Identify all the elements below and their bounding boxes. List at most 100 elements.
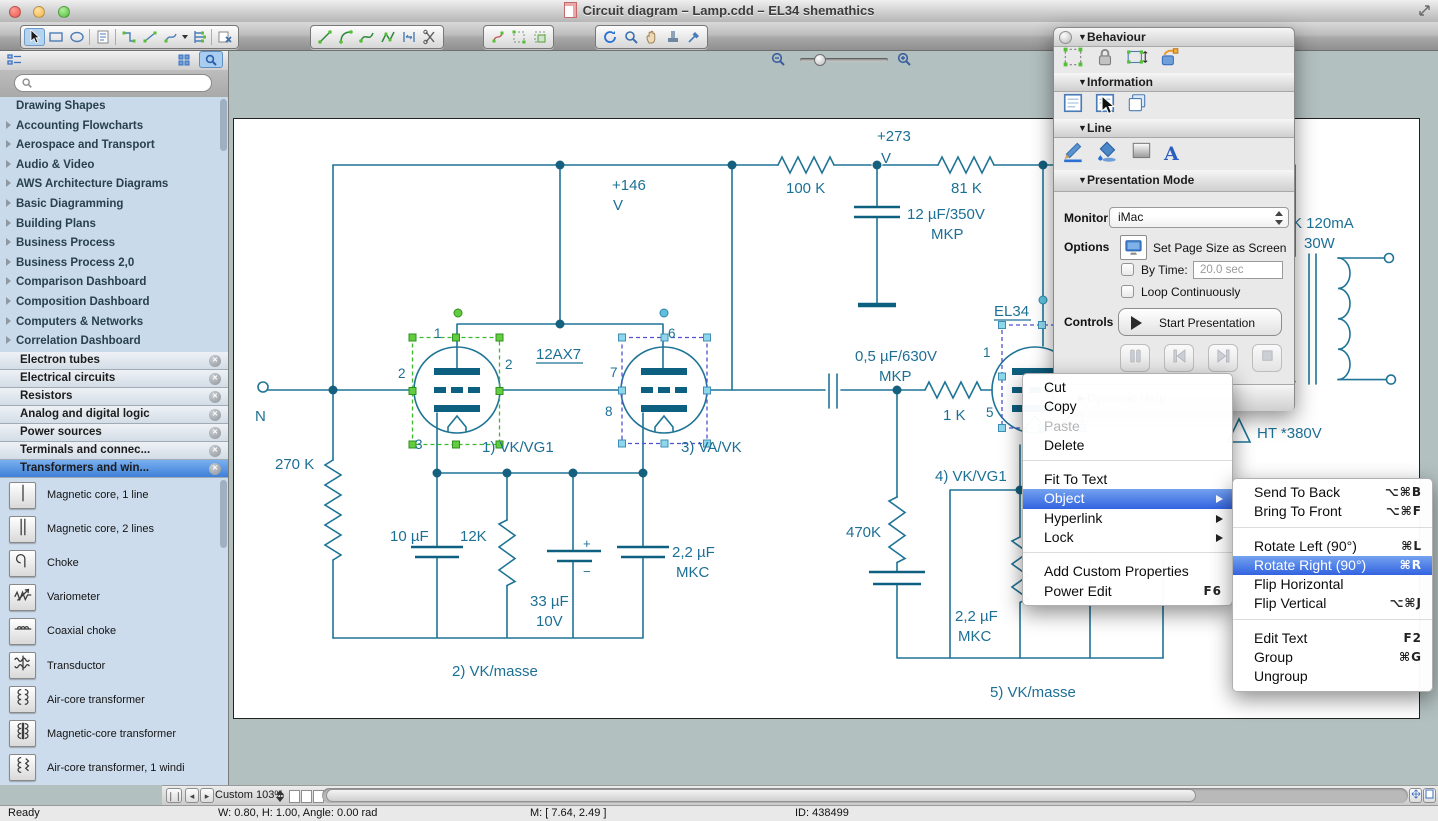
connector-elbow-tool-icon[interactable] bbox=[118, 28, 139, 46]
crop-tool-icon[interactable] bbox=[529, 28, 550, 46]
collapse-triangle-icon[interactable]: ▼ bbox=[1078, 119, 1087, 137]
context-menu-item[interactable]: Fit To Text bbox=[1023, 470, 1232, 489]
search-view-icon[interactable] bbox=[199, 51, 223, 68]
text-tool-icon[interactable] bbox=[92, 28, 113, 46]
shape-item[interactable]: Transductor bbox=[0, 648, 228, 682]
text-style-icon[interactable]: A bbox=[1164, 143, 1179, 165]
combine-behaviour-icon[interactable] bbox=[1062, 46, 1084, 73]
curve-tool-icon[interactable] bbox=[356, 28, 377, 46]
disclosure-triangle-icon[interactable] bbox=[6, 219, 11, 227]
loop-checkbox[interactable] bbox=[1121, 285, 1134, 298]
category-item[interactable]: Audio & Video bbox=[0, 156, 228, 176]
zoom-out-icon[interactable] bbox=[770, 51, 786, 72]
by-time-checkbox[interactable] bbox=[1121, 263, 1134, 276]
disclosure-triangle-icon[interactable] bbox=[6, 317, 11, 325]
library-tab[interactable]: Terminals and connec...✕ bbox=[0, 442, 228, 460]
context-menu-item[interactable]: Copy bbox=[1023, 397, 1232, 416]
category-scrollbar[interactable] bbox=[220, 99, 227, 151]
submenu-item[interactable]: Ungroup bbox=[1233, 667, 1432, 686]
disclosure-triangle-icon[interactable] bbox=[6, 179, 11, 187]
collapse-triangle-icon[interactable]: ▼ bbox=[1078, 73, 1087, 91]
context-menu-item[interactable]: Power EditF6 bbox=[1023, 582, 1232, 601]
tube-12ax7-b[interactable] bbox=[621, 347, 707, 433]
horizontal-scrollbar[interactable] bbox=[322, 788, 1408, 803]
shape-item[interactable]: Coaxial choke bbox=[0, 614, 228, 648]
prev-page-button[interactable]: ◂ bbox=[185, 788, 199, 803]
submenu-item[interactable]: Bring To Front⌥⌘F bbox=[1233, 502, 1432, 521]
submenu-item[interactable]: Rotate Left (90°)⌘L bbox=[1233, 537, 1432, 556]
category-item[interactable]: Accounting Flowcharts bbox=[0, 117, 228, 137]
resize-behaviour-icon[interactable] bbox=[1126, 46, 1148, 73]
connector-behaviour-icon[interactable] bbox=[1158, 46, 1180, 73]
monitor-popup[interactable]: iMac bbox=[1109, 207, 1289, 228]
by-time-field[interactable]: 20.0 sec bbox=[1193, 261, 1283, 279]
group-select-tool-icon[interactable] bbox=[508, 28, 529, 46]
context-menu-item[interactable]: Cut bbox=[1023, 378, 1232, 397]
category-item[interactable]: Correlation Dashboard bbox=[0, 332, 228, 352]
shape-scrollbar[interactable] bbox=[220, 480, 227, 548]
category-item[interactable]: Business Process bbox=[0, 234, 228, 254]
library-tab-selected[interactable]: Transformers and win...✕ bbox=[0, 460, 228, 478]
tree-view-icon[interactable] bbox=[2, 51, 26, 68]
category-item[interactable]: Comparison Dashboard bbox=[0, 273, 228, 293]
context-menu-item[interactable]: Delete bbox=[1023, 436, 1232, 455]
close-library-icon[interactable]: ✕ bbox=[209, 427, 221, 439]
disclosure-triangle-icon[interactable] bbox=[6, 160, 11, 168]
section-behaviour[interactable]: ▼ Behaviour bbox=[1054, 28, 1294, 47]
close-library-icon[interactable]: ✕ bbox=[209, 355, 221, 367]
splitter-handle[interactable]: ❘❘ bbox=[166, 788, 182, 803]
page-thumb-icon[interactable] bbox=[301, 790, 312, 803]
transport-button[interactable] bbox=[1164, 344, 1194, 372]
category-item[interactable]: Business Process 2,0 bbox=[0, 254, 228, 274]
transport-button[interactable] bbox=[1208, 344, 1238, 372]
library-tab[interactable]: Analog and digital logic✕ bbox=[0, 406, 228, 424]
stamp-tool-icon[interactable] bbox=[662, 28, 683, 46]
transport-button[interactable] bbox=[1252, 344, 1282, 372]
connector-line-tool-icon[interactable] bbox=[139, 28, 160, 46]
collapse-triangle-icon[interactable]: ▼ bbox=[1078, 28, 1087, 46]
library-tab[interactable]: Electron tubes✕ bbox=[0, 352, 228, 370]
close-library-icon[interactable]: ✕ bbox=[209, 409, 221, 421]
pan-mode-icon[interactable] bbox=[1409, 788, 1422, 803]
category-item[interactable]: Aerospace and Transport bbox=[0, 136, 228, 156]
section-information[interactable]: ▼ Information bbox=[1054, 73, 1294, 92]
shape-item[interactable]: Magnetic core, 2 lines bbox=[0, 512, 228, 546]
category-item[interactable]: Composition Dashboard bbox=[0, 293, 228, 313]
disclosure-triangle-icon[interactable] bbox=[6, 199, 11, 207]
library-tab[interactable]: Electrical circuits✕ bbox=[0, 370, 228, 388]
category-item[interactable]: Computers & Networks bbox=[0, 313, 228, 333]
arc-tool-icon[interactable] bbox=[335, 28, 356, 46]
library-tab[interactable]: Power sources✕ bbox=[0, 424, 228, 442]
midpoint-tool-icon[interactable] bbox=[398, 28, 419, 46]
ellipse-tool-icon[interactable] bbox=[66, 28, 87, 46]
reshape-tool-icon[interactable] bbox=[487, 28, 508, 46]
disclosure-triangle-icon[interactable] bbox=[6, 258, 11, 266]
note-icon[interactable] bbox=[1062, 92, 1084, 119]
zoom-slider[interactable] bbox=[800, 58, 888, 62]
submenu-item[interactable]: Rotate Right (90°)⌘R bbox=[1233, 556, 1432, 575]
disclosure-triangle-icon[interactable] bbox=[6, 277, 11, 285]
category-item[interactable]: Basic Diagramming bbox=[0, 195, 228, 215]
connection-point-cyan[interactable] bbox=[660, 309, 668, 317]
lock-icon[interactable] bbox=[1094, 46, 1116, 73]
line-style-brush-icon[interactable] bbox=[1062, 139, 1086, 168]
context-menu-item[interactable]: Object bbox=[1023, 489, 1232, 508]
submenu-item[interactable]: Flip Horizontal bbox=[1233, 575, 1432, 594]
close-library-icon[interactable]: ✕ bbox=[209, 463, 221, 475]
transport-button[interactable] bbox=[1120, 344, 1150, 372]
page-view-icon[interactable] bbox=[1423, 788, 1436, 803]
disclosure-triangle-icon[interactable] bbox=[6, 238, 11, 246]
split-tool-icon[interactable] bbox=[419, 28, 440, 46]
grid-view-icon[interactable] bbox=[172, 51, 196, 68]
gradient-style-icon[interactable] bbox=[1130, 139, 1154, 168]
close-library-icon[interactable]: ✕ bbox=[209, 373, 221, 385]
polyline-tool-icon[interactable] bbox=[377, 28, 398, 46]
zoom-stepper[interactable] bbox=[274, 789, 285, 803]
submenu-item[interactable]: Send To Back⌥⌘B bbox=[1233, 483, 1432, 502]
disclosure-triangle-icon[interactable] bbox=[6, 336, 11, 344]
connection-point-green[interactable] bbox=[454, 309, 462, 317]
connection-point-el34[interactable] bbox=[1039, 296, 1047, 304]
disclosure-triangle-icon[interactable] bbox=[6, 297, 11, 305]
panel-knob-icon[interactable] bbox=[1059, 31, 1072, 44]
context-menu-item[interactable]: Add Custom Properties bbox=[1023, 562, 1232, 581]
